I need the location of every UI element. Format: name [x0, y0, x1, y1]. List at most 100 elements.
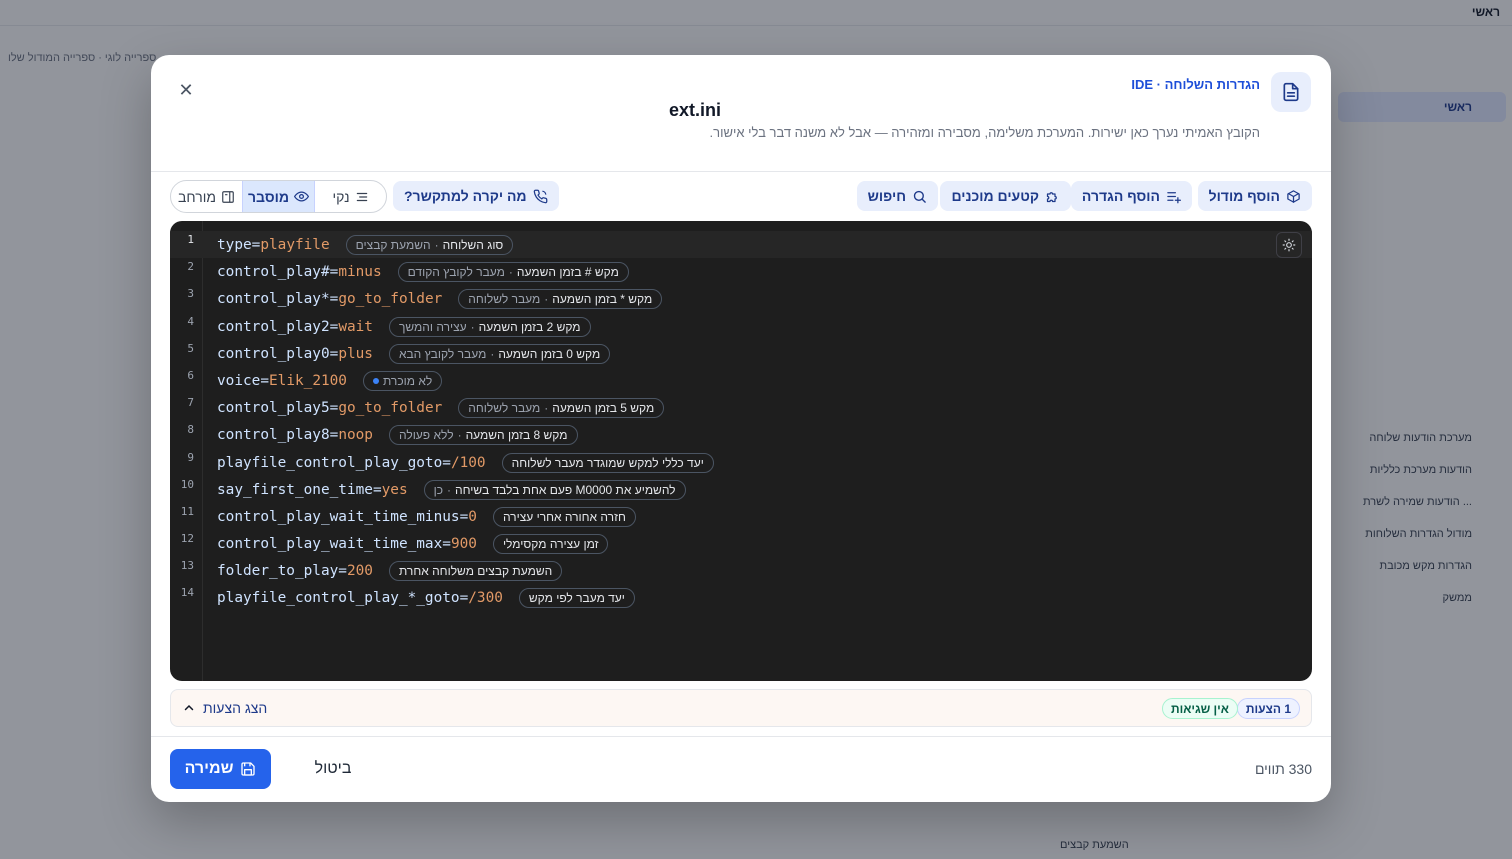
- suggestions-bar: הצג הצעות 1 הצעות אין שגיאות: [170, 689, 1312, 727]
- setting-value: 900: [450, 536, 477, 553]
- code-line[interactable]: 8 control_play8 = noop מקש 8 בזמן השמעה · ללא …: [170, 421, 1312, 448]
- code-line[interactable]: 6 voice = Elik_2100 לא מוכרת: [170, 367, 1312, 394]
- setting-key: control_play*: [217, 291, 330, 308]
- cancel-button[interactable]: ביטול: [283, 749, 383, 789]
- code-line[interactable]: 13 folder_to_play = 200 השמעת קבצים משלוחה א…: [170, 557, 1312, 584]
- file-title: ext.ini: [669, 100, 722, 120]
- code-line[interactable]: 12 control_play_wait_time_max = 900 זמן עציר…: [170, 530, 1312, 557]
- save-icon: [241, 762, 256, 776]
- code-text: folder_to_play = 200 השמעת קבצים משלוחה אחר…: [217, 561, 563, 582]
- inline-hint: יעד מעבר לפי מקש: [518, 588, 635, 609]
- setting-value: yes: [381, 481, 408, 498]
- inline-hint: השמעת קבצים משלוחה אחרת: [388, 561, 563, 582]
- line-number: 14: [180, 586, 194, 600]
- hint-label: מקש 2 בזמן השמעה: [478, 319, 581, 334]
- line-number: 3: [187, 287, 194, 301]
- hint-label: מקש 0 בזמן השמעה: [498, 346, 601, 361]
- hint-label: זמן עצירה מקסימלי: [502, 537, 599, 552]
- view-mode-explained[interactable]: מוסבר: [242, 181, 315, 212]
- equals-sign: =: [459, 590, 469, 607]
- hint-label: יעד מעבר לפי מקש: [528, 591, 625, 606]
- sun-icon: [1282, 238, 1296, 252]
- equals-sign: =: [251, 237, 261, 253]
- panel-icon: [222, 190, 234, 203]
- code-line[interactable]: 10 say_first_one_time = yes להשמיע את M0000 …: [170, 476, 1312, 503]
- inline-hint: סוג השלוחה · השמעת קבצים: [345, 235, 514, 255]
- code-text: control_play_wait_time_minus = 0 חזרה אחורה…: [217, 506, 636, 527]
- hint-detail: ללא פעולה: [398, 428, 454, 443]
- equals-sign: =: [442, 454, 451, 471]
- equals-sign: =: [372, 481, 382, 498]
- code-line[interactable]: 11 control_play_wait_time_minus = 0 חזרה אחו…: [170, 503, 1312, 530]
- code-line[interactable]: 2 control_play# = minus מקש # בזמן השמעה · מעב…: [170, 258, 1312, 285]
- code-line[interactable]: 14 playfile_control_play_*_goto =/300 יעד מ…: [170, 584, 1312, 611]
- close-icon[interactable]: ✕: [175, 79, 197, 101]
- show-suggestions-toggle[interactable]: הצג הצעות: [183, 700, 267, 716]
- ide-modal: ✕ הגדרות השלוחה · IDE ext.ini הקובץ האמי…: [151, 55, 1331, 802]
- setting-value: plus: [338, 345, 373, 362]
- hint-detail: השמעת קבצים: [355, 238, 431, 252]
- code-line[interactable]: 3 control_play* = go_to_folder מקש * בזמן הש…: [170, 285, 1312, 312]
- code-line[interactable]: 9 playfile_control_play_goto =/100 יעד כללי…: [170, 449, 1312, 476]
- equals-sign: =: [459, 508, 469, 525]
- setting-value: minus: [338, 264, 382, 281]
- setting-value: /300: [468, 590, 503, 607]
- setting-key: control_play5: [217, 400, 330, 417]
- equals-sign: =: [260, 372, 269, 389]
- hint-label: חזרה אחורה אחרי עצירה: [502, 509, 626, 524]
- inline-hint: מקש 2 בזמן השמעה · עצירה והמשך: [388, 316, 591, 337]
- theme-toggle-button[interactable]: [1276, 232, 1302, 258]
- add-module-button[interactable]: הוסף מודול: [1197, 181, 1312, 211]
- setting-key: folder_to_play: [217, 563, 339, 580]
- line-number: 4: [187, 314, 194, 328]
- line-number: 1: [187, 233, 194, 246]
- setting-key: control_play0: [217, 345, 330, 362]
- caller-preview-label: מה יקרה למתקשר?: [404, 188, 527, 204]
- line-number: 7: [187, 396, 194, 410]
- view-mode-clean-label: נקי: [332, 188, 350, 205]
- no-errors-badge: אין שגיאות: [1162, 698, 1238, 719]
- setting-value: playfile: [260, 237, 330, 253]
- search-button[interactable]: חיפוש: [856, 181, 938, 211]
- inline-hint: להשמיע את M0000 פעם אחת בלבד בשיחה · כן: [423, 479, 686, 500]
- align-right-icon: [356, 192, 367, 201]
- equals-sign: =: [329, 264, 339, 281]
- view-mode-expanded[interactable]: מורחב: [171, 181, 242, 212]
- code-editor[interactable]: 1 type = playfile סוג השלוחה · השמעת קבצים 2 con…: [170, 221, 1312, 681]
- setting-key: playfile_control_play_*_goto: [217, 590, 460, 607]
- hint-detail: מעבר לשלוחה: [468, 292, 541, 307]
- hint-separator: ·: [508, 265, 513, 280]
- inline-hint: יעד כללי למקש שמוגדר מעבר לשלוחה: [501, 452, 714, 473]
- setting-value: 0: [468, 508, 477, 525]
- hint-label: סוג השלוחה: [442, 238, 504, 252]
- view-mode-clean[interactable]: נקי: [315, 181, 386, 212]
- view-mode-explained-label: מוסבר: [247, 188, 290, 205]
- search-label: חיפוש: [867, 188, 906, 204]
- setting-value: 200: [346, 563, 373, 580]
- code-text: playfile_control_play_*_goto =/300 יעד מעב…: [217, 588, 635, 609]
- code-line[interactable]: 7 control_play5 = go_to_folder מקש 5 בזמן הש…: [170, 394, 1312, 421]
- code-line[interactable]: 1 type = playfile סוג השלוחה · השמעת קבצים: [170, 231, 1312, 258]
- inline-hint: חזרה אחורה אחרי עצירה: [492, 506, 636, 527]
- equals-sign: =: [329, 427, 339, 444]
- eye-icon: [294, 191, 310, 202]
- add-setting-button[interactable]: הוסף הגדרה: [1070, 181, 1192, 211]
- line-number: 10: [180, 477, 194, 491]
- inline-hint: מקש 0 בזמן השמעה · מעבר לקובץ הבא: [388, 343, 611, 364]
- caller-preview-button[interactable]: מה יקרה למתקשר?: [393, 181, 559, 211]
- snippets-button[interactable]: קטעים מוכנים: [940, 181, 1071, 211]
- code-text: control_play0 = plus מקש 0 בזמן השמעה · מעבר …: [217, 343, 611, 364]
- code-text: control_play# = minus מקש # בזמן השמעה · מעבר…: [217, 262, 629, 283]
- code-lines: 1 type = playfile סוג השלוחה · השמעת קבצים 2 con…: [170, 231, 1312, 612]
- inline-hint: זמן עצירה מקסימלי: [492, 534, 609, 555]
- save-button[interactable]: שמירה: [170, 749, 271, 789]
- code-line[interactable]: 5 control_play0 = plus מקש 0 בזמן השמעה · מעבר…: [170, 340, 1312, 367]
- code-line[interactable]: 4 control_play2 = wait מקש 2 בזמן השמעה · עציר…: [170, 313, 1312, 340]
- equals-sign: =: [338, 563, 347, 580]
- setting-key: say_first_one_time: [217, 481, 373, 498]
- setting-value: Elik_2100: [269, 372, 347, 389]
- hint-separator: ·: [544, 401, 549, 416]
- hint-detail: מעבר לקובץ הבא: [398, 346, 487, 361]
- setting-key: control_play_wait_time_minus: [217, 508, 460, 525]
- chevron-up-icon: [184, 704, 194, 711]
